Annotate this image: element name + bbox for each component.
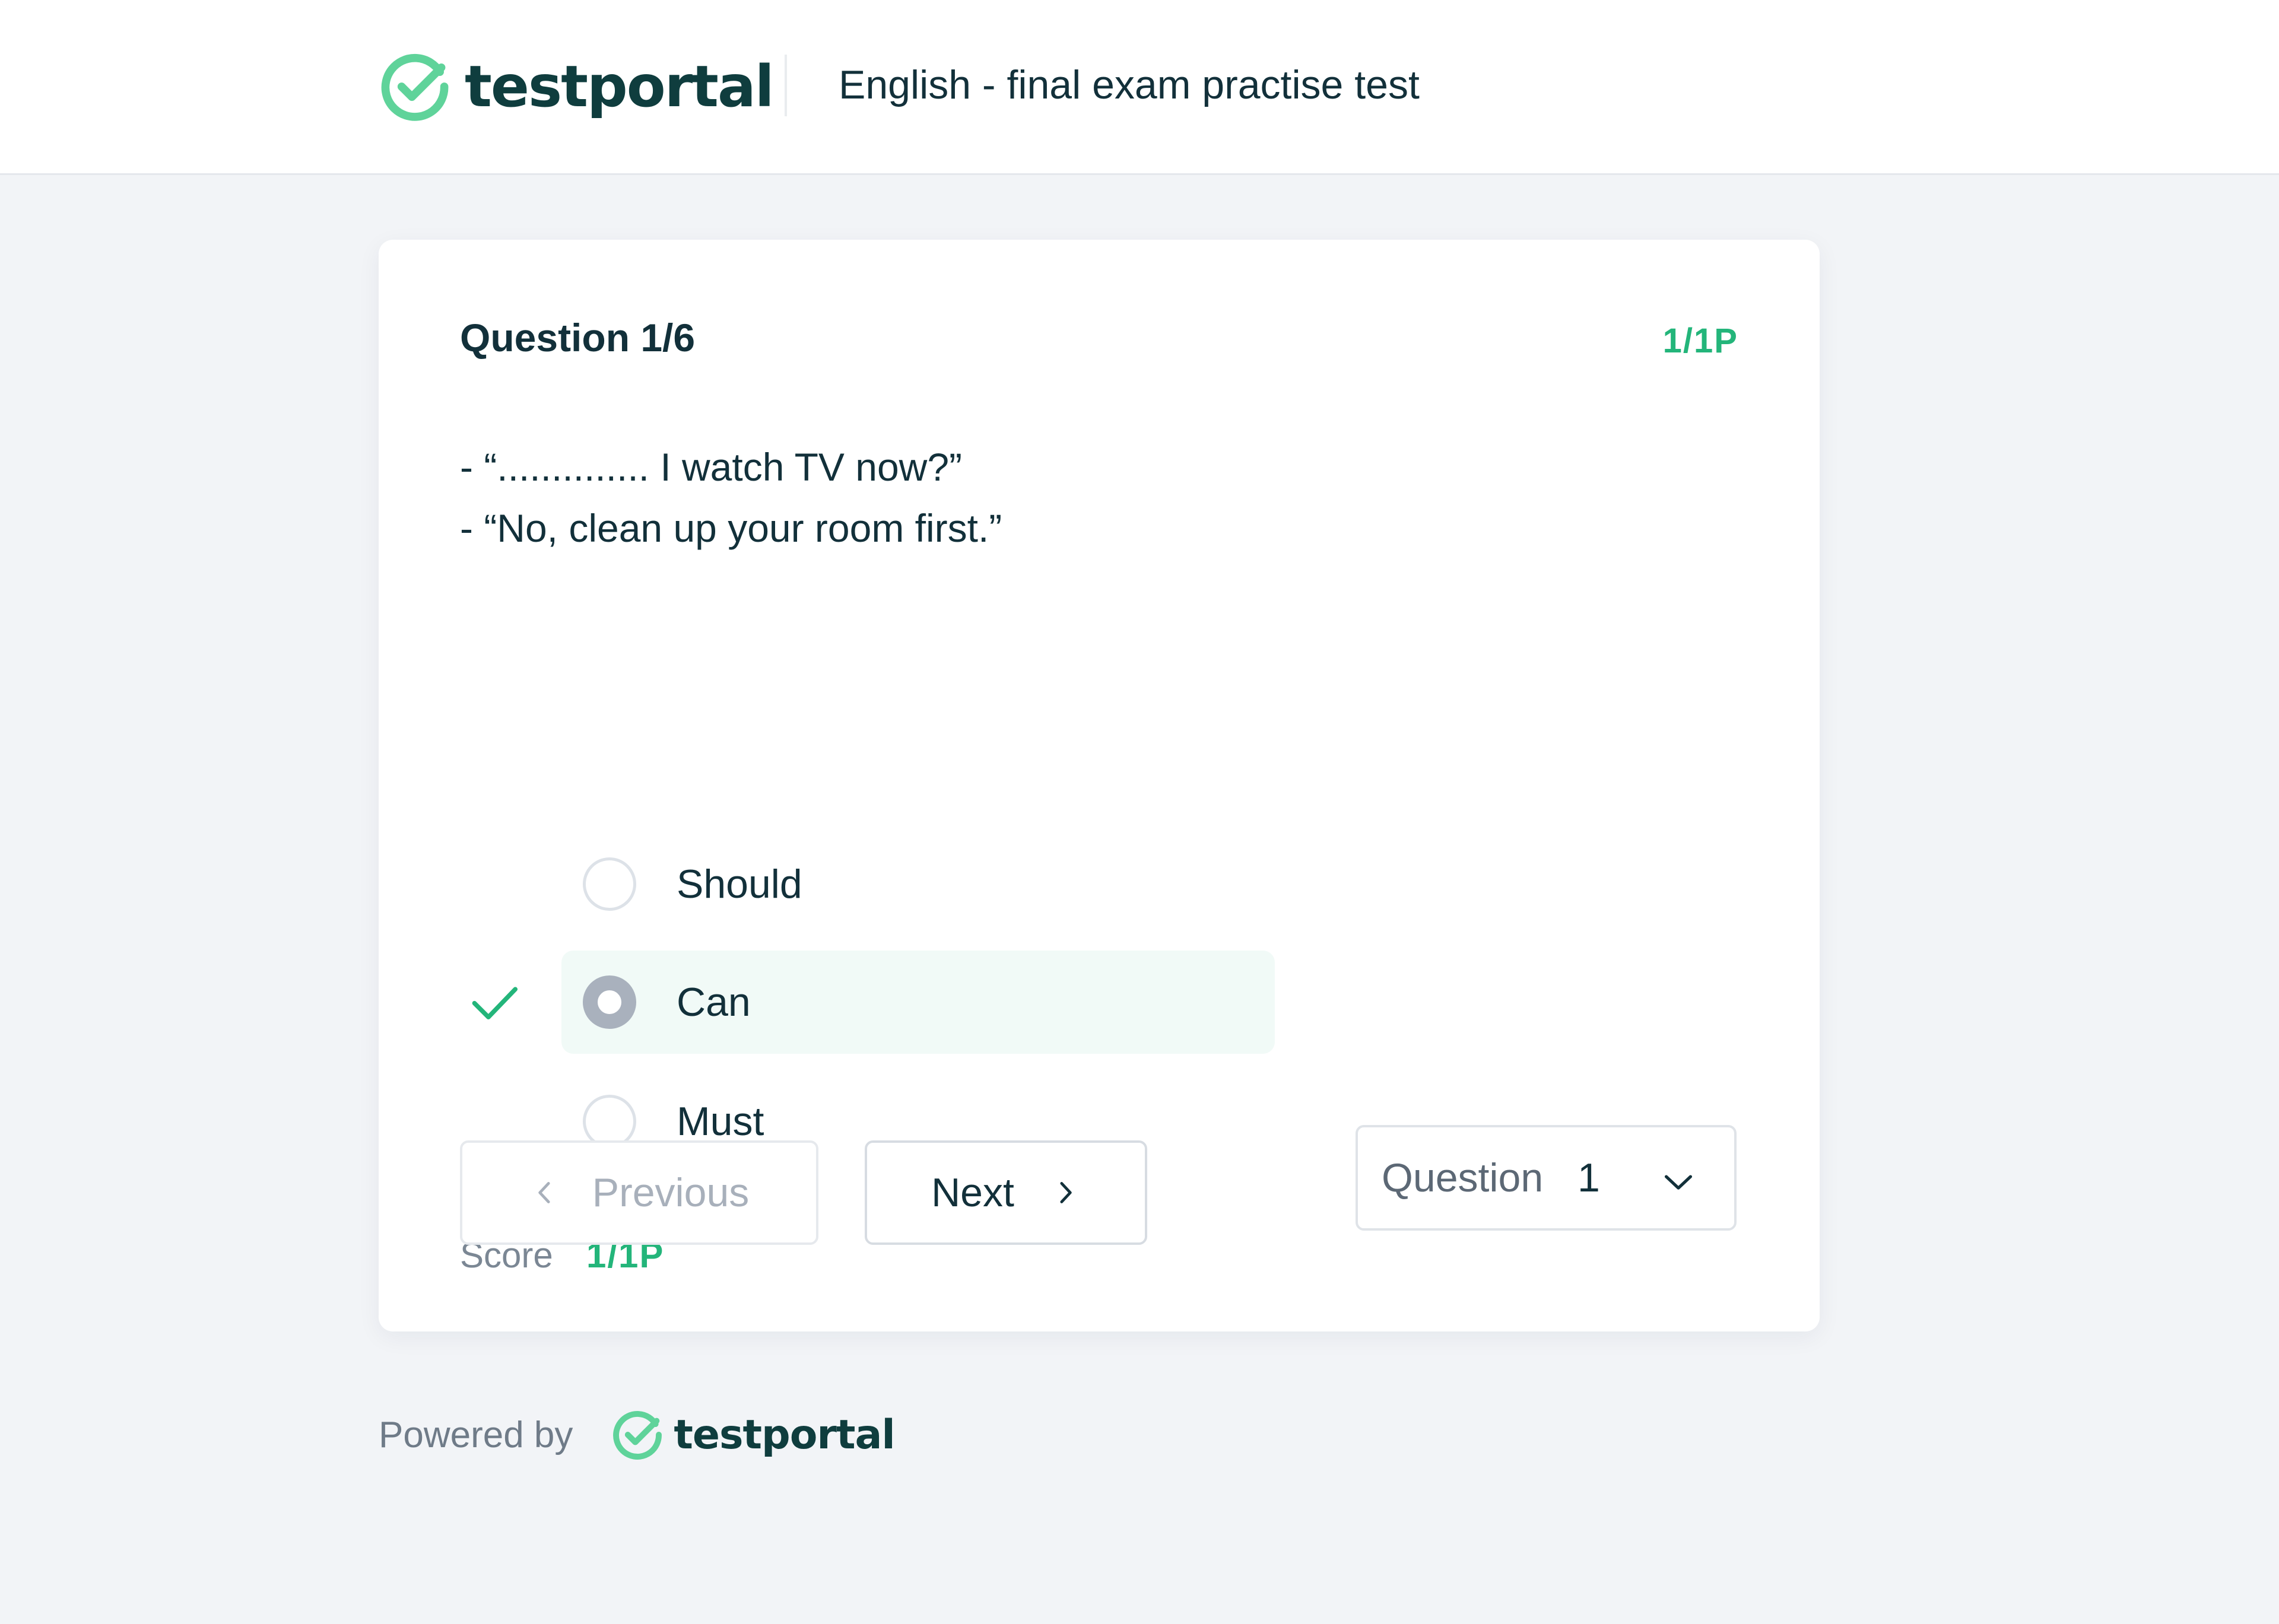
question-select-value: 1 <box>1577 1155 1600 1200</box>
logo-text: testportal <box>465 53 775 120</box>
answer-option-can[interactable]: Can <box>561 951 1275 1054</box>
header-bar: testportal English - final exam practise… <box>0 0 2279 175</box>
footer-logo-text: testportal <box>674 1411 895 1458</box>
previous-label: Previous <box>592 1170 750 1215</box>
question-points: 1/1P <box>1662 322 1738 360</box>
question-card: Question 1/6 1/1P - “.............. I wa… <box>379 240 1820 1331</box>
next-button[interactable]: Next <box>865 1140 1147 1245</box>
question-text-line-1: - “.............. I watch TV now?” <box>460 445 963 489</box>
chevron-down-icon <box>1664 1175 1693 1190</box>
question-select-dropdown[interactable]: Question 1 <box>1356 1125 1737 1231</box>
logo-check-icon <box>613 1411 662 1460</box>
next-label: Next <box>931 1170 1014 1215</box>
answer-label: Must <box>677 1099 764 1144</box>
footer: Powered by testportal <box>379 1405 896 1464</box>
correct-check-icon <box>472 987 518 1019</box>
answer-label: Can <box>677 980 751 1025</box>
radio-button-selected[interactable] <box>583 975 636 1029</box>
previous-button[interactable]: Previous <box>460 1140 818 1245</box>
radio-button[interactable] <box>583 857 636 911</box>
logo-check-icon <box>381 53 449 121</box>
answer-option-should[interactable]: Should <box>561 832 1275 936</box>
question-select-label: Question <box>1382 1155 1544 1200</box>
powered-by-label: Powered by <box>379 1414 573 1455</box>
chevron-left-icon <box>538 1182 550 1203</box>
question-number: Question 1/6 <box>460 316 696 360</box>
exam-title: English - final exam practise test <box>839 62 1420 107</box>
answer-label: Should <box>677 862 802 907</box>
footer-testportal-logo[interactable]: testportal <box>611 1408 896 1461</box>
question-text-line-2: - “No, clean up your room first.” <box>460 506 1002 550</box>
testportal-logo[interactable]: testportal <box>378 49 775 125</box>
chevron-right-icon <box>1060 1182 1072 1203</box>
header-divider <box>785 55 787 116</box>
